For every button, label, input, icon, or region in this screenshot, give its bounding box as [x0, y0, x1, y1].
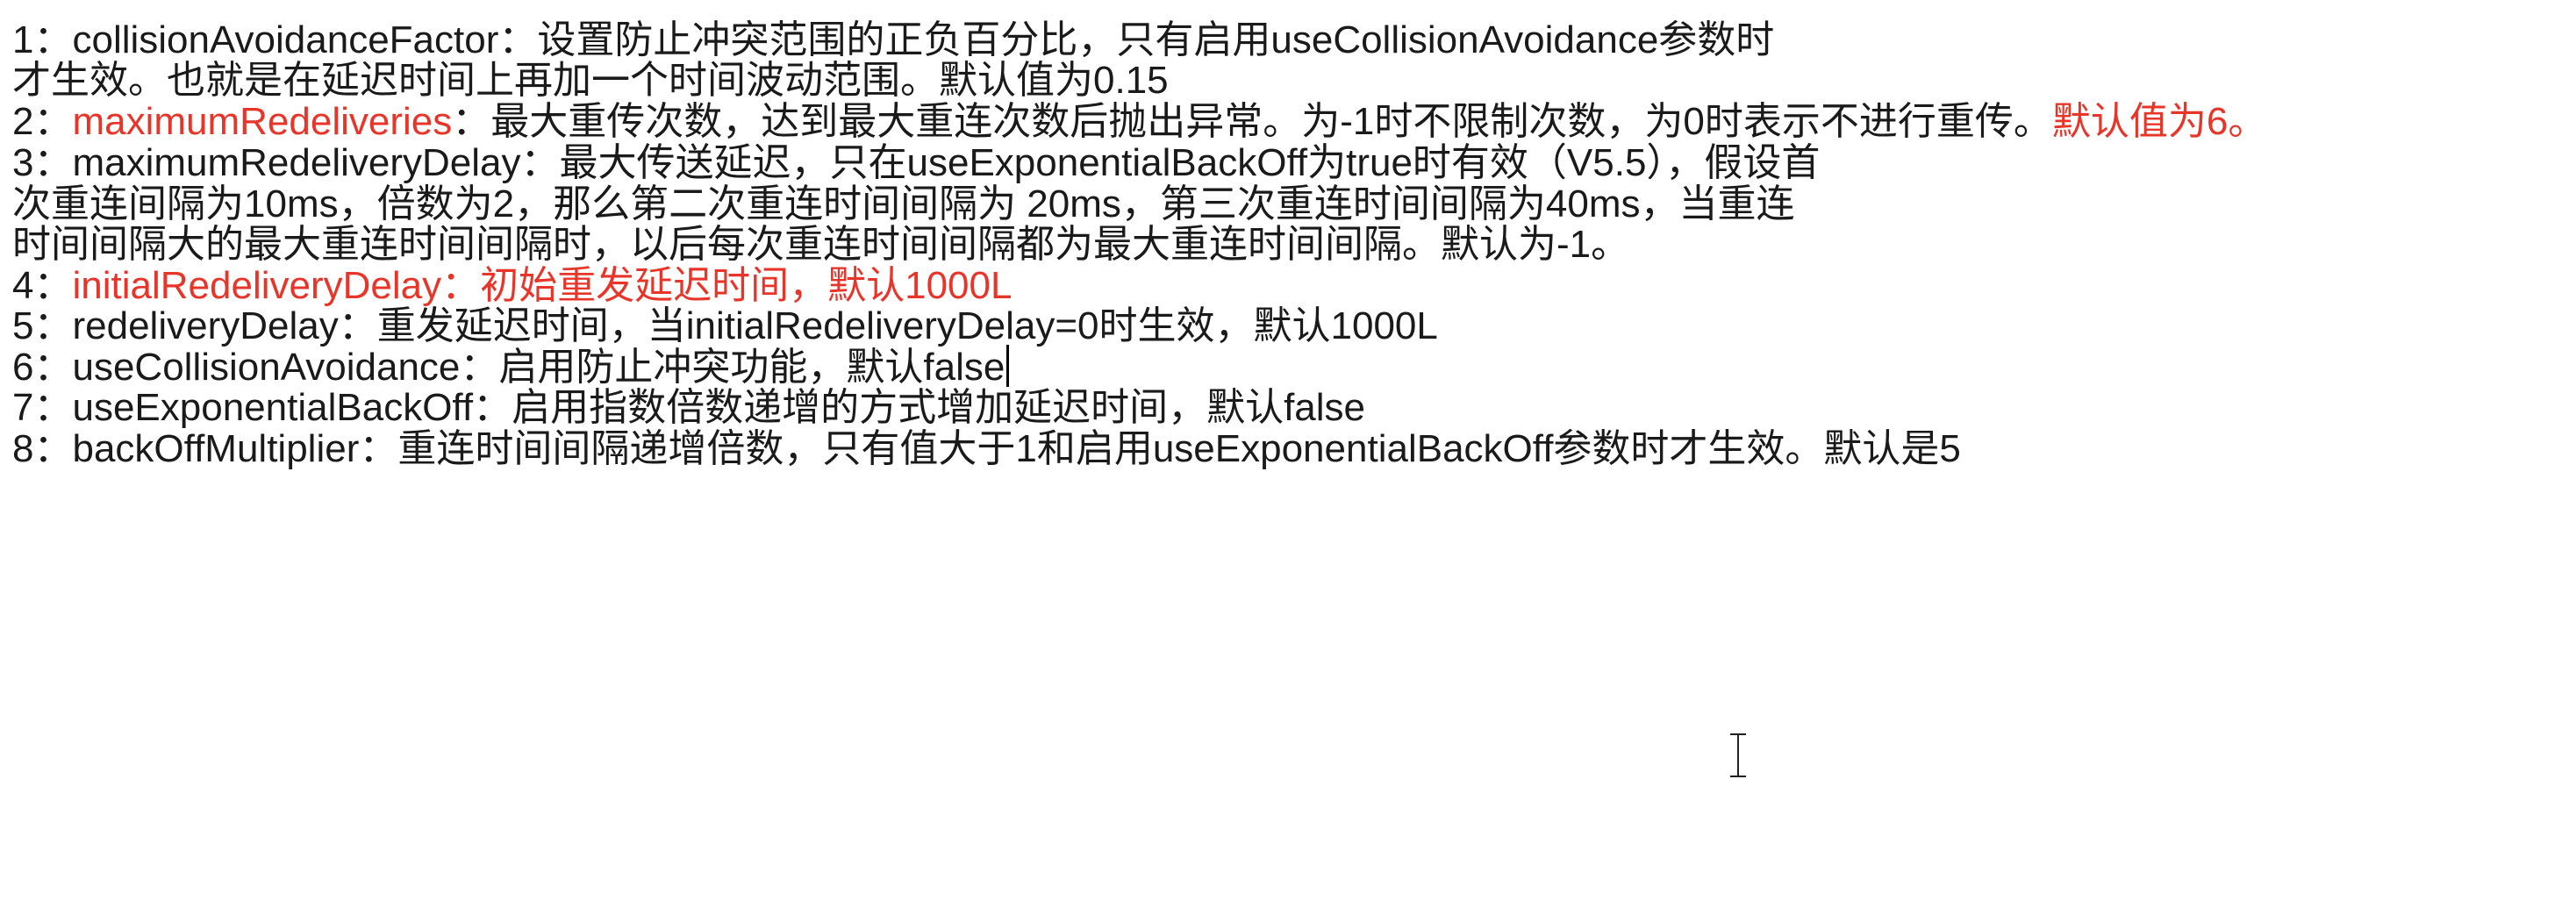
param-1-separator: ：	[498, 18, 538, 61]
param-1-number: 1：	[12, 18, 73, 61]
param-1-name: collisionAvoidanceFactor	[72, 18, 499, 61]
param-5-separator: ：	[338, 304, 377, 347]
param-8-number: 8：	[12, 427, 73, 470]
param-8-name: backOffMultiplier	[72, 427, 360, 470]
param-4-separator: ：	[441, 264, 481, 307]
param-5-number: 5：	[12, 304, 73, 347]
param-8-separator: ：	[359, 427, 398, 470]
param-5-name: redeliveryDelay	[72, 304, 339, 347]
param-6-description: 启用防止冲突功能，默认false	[498, 346, 1005, 389]
param-8-description: 重连时间间隔递增倍数，只有值大于1和启用useExponentialBackOf…	[397, 427, 1961, 470]
param-2-description: ：最大重传次数，达到最大重连次数后抛出异常。为-1时不限制次数，为0时表示不进行…	[452, 100, 2052, 143]
param-4-name: initialRedeliveryDelay	[72, 264, 442, 307]
param-6-separator: ：	[460, 346, 499, 389]
param-2-name: maximumRedeliveries	[72, 100, 453, 143]
param-7-description: 启用指数倍数递增的方式增加延迟时间，默认false	[512, 386, 1366, 429]
param-3-number: 3：	[12, 141, 73, 184]
param-2-number: 2：	[12, 100, 73, 143]
text-cursor	[1006, 345, 1010, 387]
param-1-description: 设置防止冲突范围的正负百分比，只有启用useCollisionAvoidance…	[537, 18, 1775, 61]
param-5-description: 重发延迟时间，当initialRedeliveryDelay=0时生效，默认10…	[376, 304, 1438, 347]
param-6-name: useCollisionAvoidance	[72, 346, 461, 389]
param-2-default: 默认值为6。	[2051, 100, 2267, 143]
param-4-number: 4：	[12, 264, 73, 307]
param-7-name: useExponentialBackOff	[72, 386, 474, 429]
param-8-line: 8：backOffMultiplier：重连时间间隔递增倍数，只有值大于1和启用…	[12, 425, 1961, 474]
param-3-separator: ：	[520, 141, 560, 184]
param-7-number: 7：	[12, 386, 73, 429]
ibeam-cursor-icon	[1728, 733, 1748, 777]
param-4-description: 初始重发延迟时间，默认1000L	[480, 264, 1013, 307]
param-3-description: 最大传送延迟，只在useExponentialBackOff为true时有效（V…	[559, 141, 1821, 184]
param-3-name: maximumRedeliveryDelay	[72, 141, 521, 184]
param-7-separator: ：	[473, 386, 512, 429]
document-body[interactable]: 1：collisionAvoidanceFactor：设置防止冲突范围的正负百分…	[0, 0, 2576, 915]
param-6-number: 6：	[12, 346, 73, 389]
